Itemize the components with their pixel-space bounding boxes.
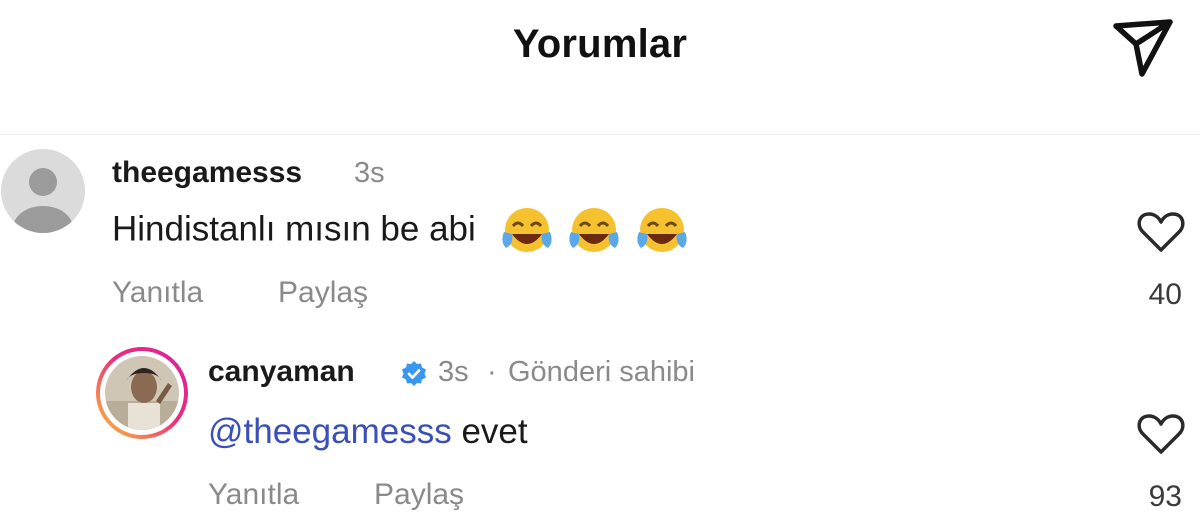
divider <box>0 134 1200 135</box>
comment-time: 3s <box>438 356 469 388</box>
comment-text: @theegamesss evet <box>208 412 528 452</box>
heart-icon[interactable] <box>1136 412 1186 456</box>
comment-username[interactable]: theegamesss <box>112 156 302 190</box>
face-with-tears-of-joy-icon <box>501 208 552 252</box>
comment-body: Hindistanlı mısın be abi <box>112 209 476 249</box>
share-button[interactable]: Paylaş <box>278 276 368 310</box>
comment-username[interactable]: canyaman <box>208 355 355 389</box>
send-icon[interactable] <box>1108 14 1178 80</box>
page-title: Yorumlar <box>512 22 688 66</box>
mention-link[interactable]: @theegamesss <box>208 412 452 451</box>
owner-label: Gönderi sahibi <box>508 356 695 388</box>
avatar[interactable] <box>96 347 188 439</box>
reply-button[interactable]: Yanıtla <box>112 276 203 310</box>
like-count: 93 <box>1148 480 1182 513</box>
avatar[interactable] <box>0 148 86 234</box>
verified-badge-icon <box>402 361 426 386</box>
like-count: 40 <box>1148 278 1182 311</box>
comment-time: 3s <box>354 157 385 189</box>
face-with-tears-of-joy-icon <box>637 208 687 252</box>
share-button[interactable]: Paylaş <box>374 478 464 512</box>
face-with-tears-of-joy-icon <box>569 208 619 252</box>
comment-text: Hindistanlı mısın be abi <box>112 206 689 256</box>
header: Yorumlar <box>0 0 1200 100</box>
heart-icon[interactable] <box>1136 210 1186 254</box>
meta-separator: · <box>487 356 497 388</box>
reply-button[interactable]: Yanıtla <box>208 478 299 512</box>
comment-body: evet <box>461 412 528 451</box>
